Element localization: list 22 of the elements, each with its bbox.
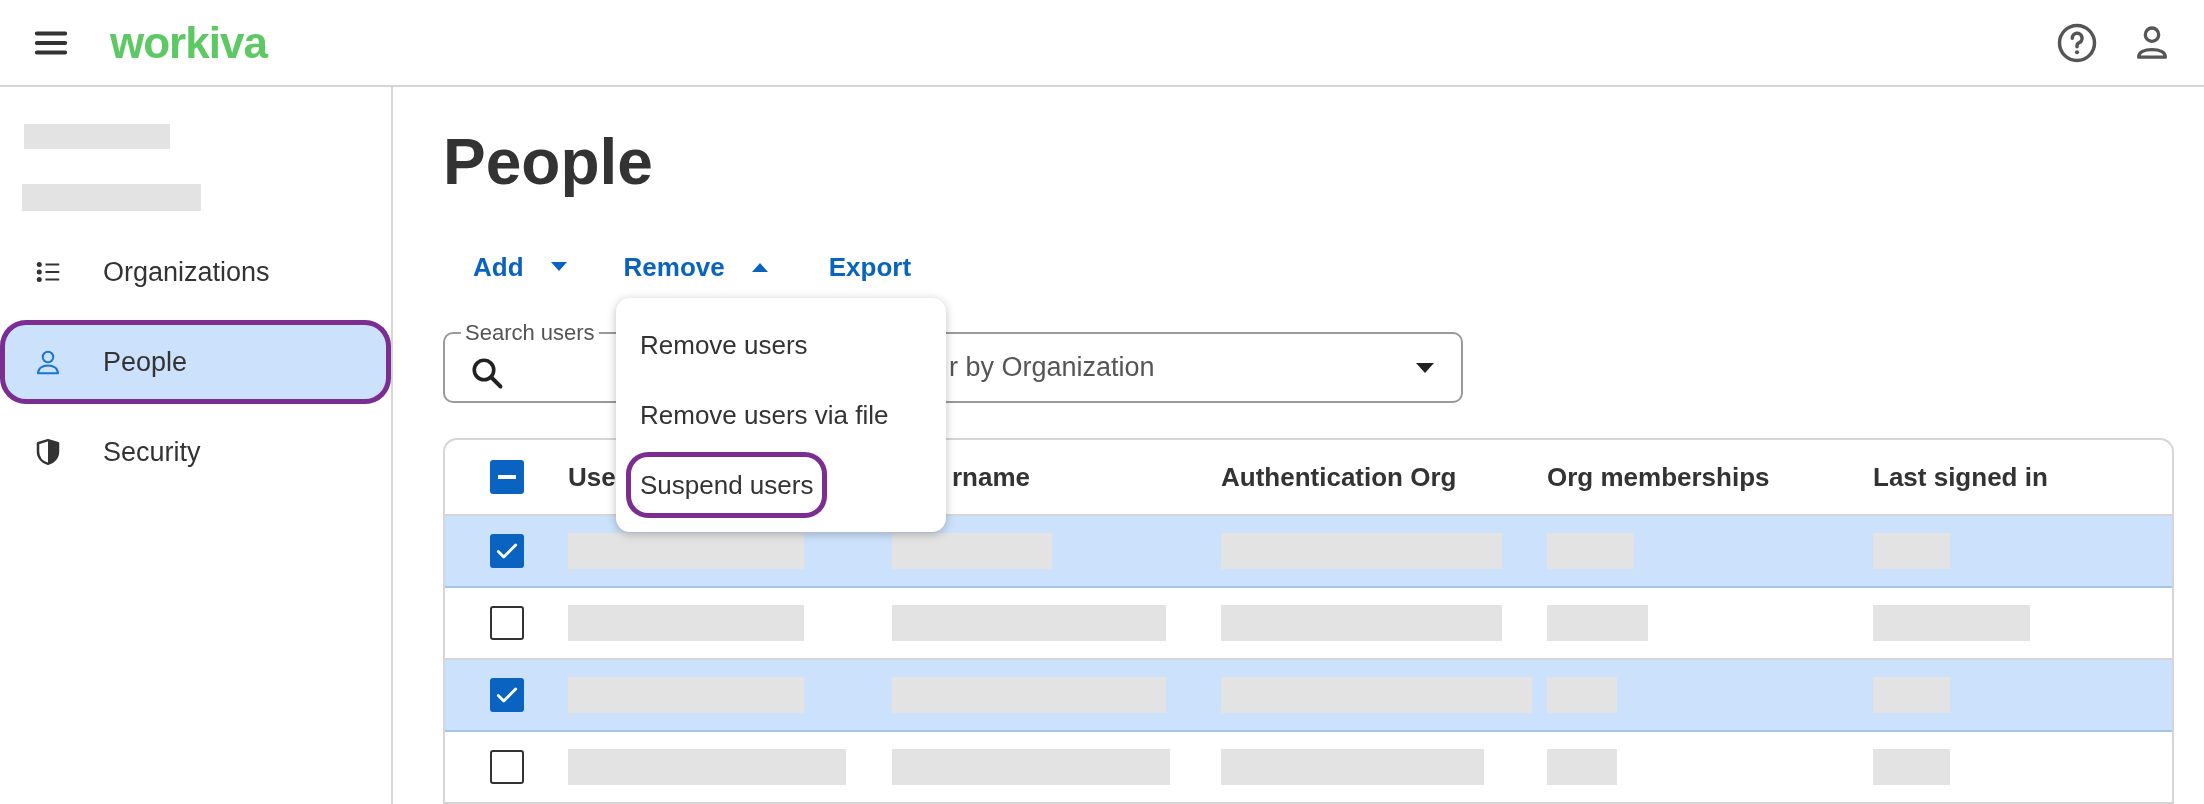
caret-icon (549, 261, 568, 273)
sidebar-item[interactable]: People (0, 320, 391, 404)
row-checkbox[interactable] (489, 750, 524, 784)
redacted-text (1547, 749, 1617, 785)
column-header[interactable]: Last signed in (1873, 461, 2048, 492)
row-checkbox[interactable] (489, 534, 524, 568)
redacted-text (1547, 677, 1617, 713)
column-header[interactable]: Authentication Org (1221, 461, 1457, 492)
dropdown-button[interactable]: Add (473, 247, 568, 287)
select-all-checkbox[interactable] (489, 460, 524, 494)
help-icon[interactable] (2056, 21, 2098, 64)
column-header[interactable]: Use (568, 461, 616, 492)
dropdown-button[interactable]: Remove (623, 247, 769, 287)
column-header[interactable]: rname (952, 461, 1031, 492)
row-checkbox[interactable] (489, 606, 524, 640)
export-link[interactable]: Export (828, 247, 912, 287)
caret-icon (750, 261, 769, 273)
row-checkbox[interactable] (489, 678, 524, 712)
menu-item[interactable]: Suspend users (626, 452, 828, 518)
column-header[interactable]: Org memberships (1547, 461, 1770, 492)
page-title: People (443, 125, 654, 200)
caret-icon (1415, 361, 1435, 374)
